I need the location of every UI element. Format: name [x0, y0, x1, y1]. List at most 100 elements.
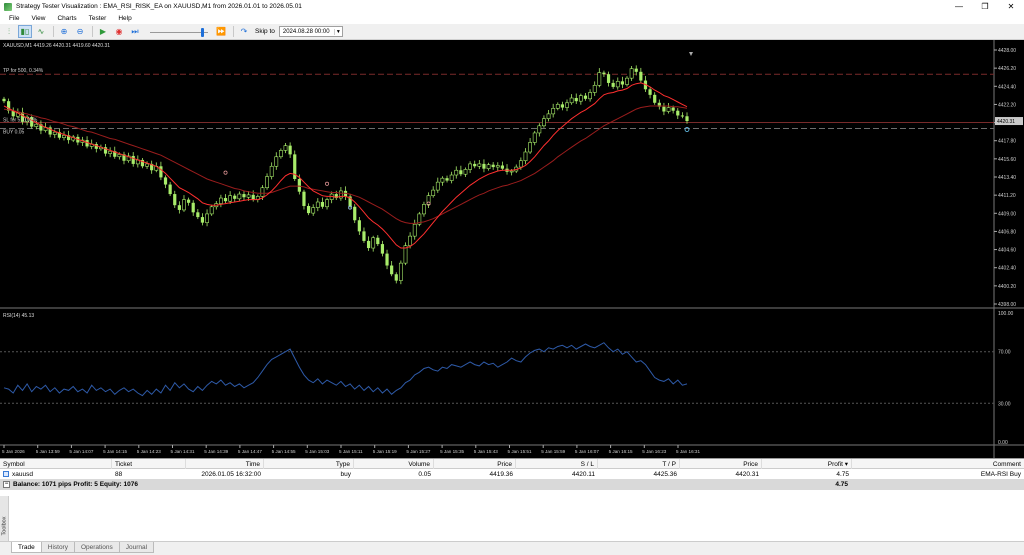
- tab-operations[interactable]: Operations: [73, 542, 120, 553]
- price-tick-label: 4424.40: [998, 84, 1016, 90]
- candle-bear: [357, 220, 361, 232]
- rsi-tick-label: 100.00: [998, 311, 1014, 317]
- candle-bull: [477, 163, 482, 167]
- chevron-down-icon[interactable]: ▼: [333, 28, 342, 35]
- fast-forward-icon[interactable]: ⏩: [214, 25, 228, 38]
- cell-symbol: xauusd: [0, 469, 112, 479]
- balance-text: Balance: 1071 pips Profit: 5 Equity: 107…: [13, 481, 138, 488]
- play-icon[interactable]: ▶: [96, 25, 110, 38]
- bar-chart-icon[interactable]: ⫶: [2, 25, 16, 38]
- chart-background: [0, 40, 1024, 458]
- col-header-tp[interactable]: T / P: [598, 459, 680, 469]
- toolbar-separator: [233, 26, 234, 37]
- col-header-ticket[interactable]: Ticket: [112, 459, 186, 469]
- menu-charts[interactable]: Charts: [51, 15, 82, 22]
- time-tick-label: 5 Jan 15:27: [406, 449, 430, 454]
- price-tick-label: 4428.00: [998, 48, 1016, 54]
- col-header-symbol[interactable]: Symbol: [0, 459, 112, 469]
- menu-help[interactable]: Help: [112, 15, 137, 22]
- candle-bear: [186, 199, 191, 203]
- balance-profit: 4.75: [835, 481, 848, 488]
- chart-canvas[interactable]: 4428.00 4426.20 4424.40 4422.20 4420.31 4417.…: [0, 40, 1024, 458]
- candle-bull: [228, 195, 233, 202]
- price-tick-label: 4415.60: [998, 157, 1016, 163]
- candle-bull: [278, 150, 283, 158]
- candle-bull: [629, 68, 634, 79]
- chart-window[interactable]: 4428.00 4426.20 4424.40 4422.20 4420.31 4417.…: [0, 40, 1024, 458]
- price-tick-label: 4404.60: [998, 248, 1016, 254]
- menu-view[interactable]: View: [25, 15, 51, 22]
- price-tick-label: 4417.80: [998, 139, 1016, 145]
- col-header-type[interactable]: Type: [264, 459, 354, 469]
- step-icon[interactable]: ⏭: [128, 25, 142, 38]
- candle-bear: [163, 177, 168, 185]
- col-header-comment[interactable]: Comment: [852, 459, 1024, 469]
- zoom-in-icon[interactable]: ⊕: [57, 25, 71, 38]
- col-header-current-price[interactable]: Price: [680, 459, 762, 469]
- rsi-tick-label: 70.00: [998, 350, 1011, 356]
- col-header-time[interactable]: Time: [186, 459, 264, 469]
- col-header-price[interactable]: Price: [434, 459, 516, 469]
- candle-bull: [523, 151, 528, 162]
- candle-bull: [182, 199, 186, 211]
- candlestick-chart-icon[interactable]: ▮▯: [18, 25, 32, 38]
- candle-bull: [509, 170, 514, 173]
- rsi-header: RSI(14) 45.13: [3, 313, 34, 319]
- cell-ticket: 88: [115, 470, 123, 478]
- time-tick-label: 5 Jan 14:15: [103, 449, 127, 454]
- candle-bull: [625, 77, 629, 85]
- window-controls: — ❐ ✕: [946, 0, 1024, 13]
- candle-bull: [578, 95, 583, 102]
- title-bar: Strategy Tester Visualization : EMA_RSI_…: [0, 0, 1024, 13]
- candle-bull: [435, 181, 440, 191]
- menu-tester[interactable]: Tester: [83, 15, 113, 22]
- candle-bear: [385, 253, 389, 266]
- candle-bear: [685, 116, 689, 122]
- zoom-out-icon[interactable]: ⊖: [73, 25, 87, 38]
- candle-bull: [555, 104, 560, 109]
- stop-icon[interactable]: ◉: [112, 25, 126, 38]
- candle-bear: [394, 274, 398, 281]
- table-row[interactable]: xauusd 88 2026.01.05 16:32:00 buy 0.05 4…: [0, 469, 1024, 479]
- speed-slider[interactable]: [148, 26, 210, 38]
- time-tick-label: 5 Jan 16:07: [575, 449, 599, 454]
- grid-header: Symbol Ticket Time Type Volume Price S /…: [0, 459, 1024, 469]
- price-tick-label: 4400.20: [998, 284, 1016, 290]
- collapse-icon[interactable]: −: [3, 481, 10, 488]
- candle-bull: [528, 142, 532, 153]
- speed-slider-thumb[interactable]: [201, 27, 205, 37]
- cell-profit: 4.75: [836, 470, 849, 478]
- skip-date-picker[interactable]: 2024.08.28 00:00 ▼: [278, 26, 343, 37]
- time-tick-label: 5 Jan 16:23: [642, 449, 666, 454]
- candle-bear: [362, 231, 366, 241]
- balance-summary: − Balance: 1071 pips Profit: 5 Equity: 1…: [0, 481, 138, 488]
- price-tick-label: 4426.20: [998, 66, 1016, 72]
- candle-bear: [159, 166, 163, 178]
- col-header-volume[interactable]: Volume: [354, 459, 434, 469]
- line-chart-icon[interactable]: ∿: [34, 25, 48, 38]
- candle-bear: [200, 217, 205, 223]
- col-header-profit[interactable]: Profit ▾: [762, 459, 852, 469]
- candle-bear: [606, 74, 611, 83]
- candle-bear: [390, 265, 394, 275]
- menu-bar: File View Charts Tester Help: [0, 13, 1024, 24]
- menu-file[interactable]: File: [3, 15, 25, 22]
- time-tick-label: 5 Jan 13:59: [36, 449, 60, 454]
- candle-bull: [218, 197, 223, 204]
- tab-trade[interactable]: Trade: [11, 542, 42, 553]
- col-header-sl[interactable]: S / L: [516, 459, 598, 469]
- skip-to-icon[interactable]: ↷: [237, 25, 251, 38]
- toolbar-separator: [92, 26, 93, 37]
- minimize-button[interactable]: —: [946, 0, 972, 13]
- candle-bull: [588, 92, 592, 100]
- candle-bear: [223, 198, 228, 202]
- buy-label: BUY 0.05: [3, 129, 25, 135]
- restore-button[interactable]: ❐: [972, 0, 998, 13]
- tab-journal[interactable]: Journal: [118, 542, 155, 553]
- price-tick-label: 4422.20: [998, 102, 1016, 108]
- candle-bear: [482, 163, 486, 169]
- candle-bull: [265, 176, 269, 189]
- tab-history[interactable]: History: [40, 542, 75, 553]
- cell-symbol-text: xauusd: [12, 470, 33, 478]
- close-button[interactable]: ✕: [998, 0, 1024, 13]
